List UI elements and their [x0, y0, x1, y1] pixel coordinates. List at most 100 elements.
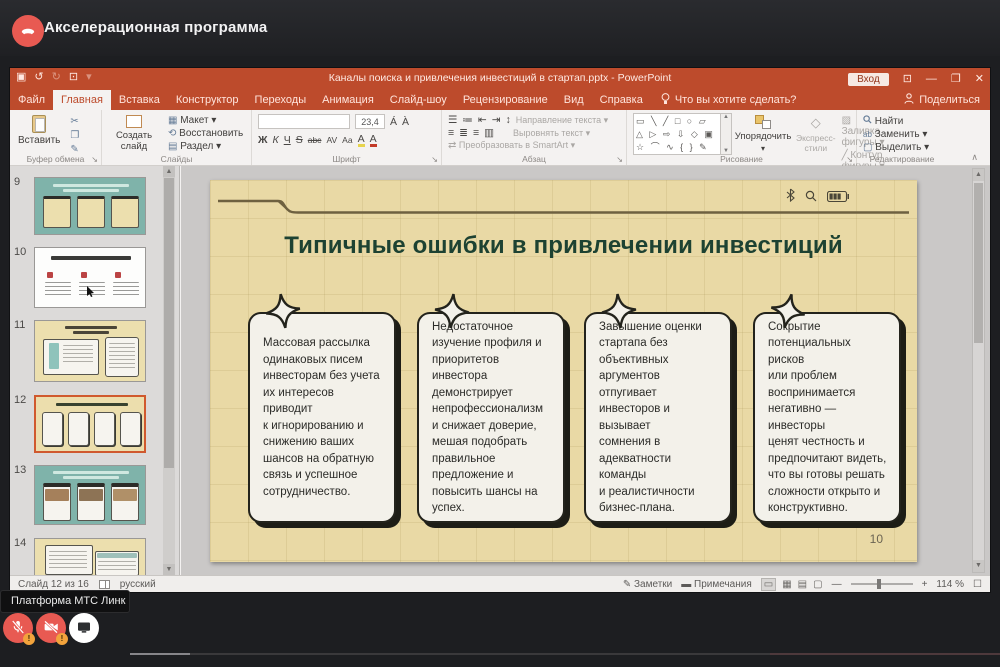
shapes-gallery[interactable]: ▭ ╲ ╱ □ ○ ▱ △ ▷ ⇨ ⇩ ◇ ▣ ☆ ⌒ ∿ { } ✎ — [633, 113, 721, 155]
camera-off-button[interactable]: ! — [36, 613, 66, 643]
screen-share-button[interactable] — [69, 613, 99, 643]
bold-icon[interactable]: Ж — [258, 134, 268, 146]
decrease-indent-icon[interactable]: ⇤ — [478, 114, 487, 126]
close-button[interactable]: ✕ — [975, 68, 984, 90]
new-slide-button[interactable]: Создать слайд — [110, 115, 158, 152]
font-size-input[interactable]: 23,4 — [355, 114, 385, 129]
cut-icon[interactable]: ✂ — [70, 116, 79, 127]
italic-icon[interactable]: К — [273, 134, 279, 146]
comments-button[interactable]: ▬ Примечания — [681, 579, 752, 590]
restore-button[interactable]: ❐ — [951, 68, 961, 90]
share-button[interactable]: Поделиться — [904, 90, 980, 110]
end-call-button[interactable] — [12, 15, 44, 47]
slide-sorter-icon[interactable]: ▦ — [782, 579, 791, 590]
tab-file[interactable]: Файл — [10, 90, 53, 110]
highlight-color-icon[interactable]: А — [358, 133, 365, 146]
paste-button[interactable]: Вставить — [18, 115, 60, 155]
align-center-icon[interactable]: ≣ — [459, 127, 468, 139]
tab-design[interactable]: Конструктор — [168, 90, 247, 110]
shapes-scrollbar[interactable]: ▲ ▼ — [721, 113, 732, 155]
card-text: Сокрытие потенциальных рисков или пробле… — [755, 319, 899, 517]
collapse-ribbon-icon[interactable]: ∧ — [971, 152, 978, 163]
text-direction-button[interactable]: Направление текста ▾ — [516, 115, 608, 126]
line-spacing-icon[interactable]: ↕ — [506, 114, 511, 126]
phone-hangup-icon — [19, 21, 37, 42]
shapes-up-icon[interactable]: ▲ — [723, 114, 729, 120]
notes-button[interactable]: ✎ Заметки — [623, 579, 672, 590]
canvas-scrollbar[interactable]: ▲ ▼ — [972, 168, 985, 573]
slide-thumbnail-9[interactable] — [34, 177, 146, 235]
character-spacing-icon[interactable]: AV — [326, 135, 337, 145]
shrink-font-icon[interactable]: А̀ — [402, 116, 409, 128]
find-button[interactable]: Найти — [863, 115, 943, 127]
strike-abc-icon[interactable]: abc — [308, 135, 322, 145]
zoom-level[interactable]: 114 % — [936, 579, 964, 590]
mistake-card-2[interactable]: Недостаточное изучение профиля и приорит… — [417, 312, 565, 523]
language-indicator[interactable]: русский — [120, 579, 156, 590]
thumb-scroll-up-icon[interactable]: ▲ — [163, 166, 175, 177]
microphone-muted-button[interactable]: ! — [3, 613, 33, 643]
replace-button[interactable]: ab Заменить ▾ — [863, 129, 943, 140]
tab-animations[interactable]: Анимация — [314, 90, 382, 110]
zoom-slider-handle[interactable] — [877, 579, 881, 589]
clipboard-dialog-launcher[interactable]: ↘ — [91, 155, 98, 164]
align-right-icon[interactable]: ≡ — [473, 127, 479, 139]
mistake-card-1[interactable]: Массовая рассылка одинаковых писем инвес… — [248, 312, 396, 523]
tab-help[interactable]: Справка — [592, 90, 651, 110]
zoom-slider[interactable] — [851, 583, 913, 585]
thumbnail-scrollbar[interactable]: ▲ ▼ — [163, 166, 175, 575]
drawing-dialog-launcher[interactable]: ↘ — [846, 155, 853, 164]
slideshow-view-icon[interactable]: ▢ — [813, 579, 822, 590]
slide-12[interactable]: Типичные ошибки в привлечении инвестиций… — [210, 180, 917, 562]
normal-view-icon[interactable]: ▭ — [761, 578, 776, 591]
align-text-button[interactable]: Выровнять текст ▾ — [513, 128, 590, 139]
canvas-scroll-up-icon[interactable]: ▲ — [973, 169, 984, 181]
section-button[interactable]: ▤ Раздел ▾ — [168, 141, 243, 152]
canvas-scroll-down-icon[interactable]: ▼ — [973, 560, 984, 572]
underline-icon[interactable]: Ч — [284, 134, 291, 146]
slide-thumbnail-12[interactable] — [34, 395, 146, 453]
mistake-card-4[interactable]: Сокрытие потенциальных рисков или пробле… — [753, 312, 901, 523]
mistake-card-3[interactable]: Завышение оценки стартапа без объективны… — [584, 312, 732, 523]
reset-button[interactable]: ⟲ Восстановить — [168, 128, 243, 139]
align-left-icon[interactable]: ≡ — [448, 127, 454, 139]
ribbon-display-icon[interactable]: ⊡ — [903, 68, 912, 90]
numbering-icon[interactable]: ≔ — [462, 114, 473, 126]
slide-thumbnail-14[interactable] — [34, 538, 146, 575]
paragraph-dialog-launcher[interactable]: ↘ — [616, 155, 623, 164]
spellcheck-icon[interactable] — [99, 580, 110, 589]
tab-transitions[interactable]: Переходы — [247, 90, 315, 110]
thumb-scroll-down-icon[interactable]: ▼ — [163, 564, 175, 575]
columns-icon[interactable]: ▥ — [484, 127, 494, 139]
zoom-in-icon[interactable]: + — [922, 579, 928, 590]
font-name-input[interactable] — [258, 114, 350, 129]
layout-button[interactable]: ▦ Макет ▾ — [168, 115, 243, 126]
slide-counter: Слайд 12 из 16 — [18, 579, 89, 590]
login-button[interactable]: Вход — [848, 73, 889, 86]
minimize-button[interactable]: — — [926, 68, 937, 90]
strikethrough-icon[interactable]: S — [296, 134, 303, 146]
tab-slideshow[interactable]: Слайд-шоу — [382, 90, 455, 110]
copy-icon[interactable]: ❐ — [70, 130, 79, 141]
smartart-button[interactable]: ⇄ Преобразовать в SmartArt ▾ — [448, 140, 575, 151]
tab-view[interactable]: Вид — [556, 90, 592, 110]
select-button[interactable]: ▢ Выделить ▾ — [863, 142, 943, 153]
slide-title: Типичные ошибки в привлечении инвестиций — [210, 232, 917, 260]
slide-thumbnail-13[interactable] — [34, 465, 146, 525]
slide-thumbnail-11[interactable] — [34, 320, 146, 382]
zoom-out-icon[interactable]: — — [832, 579, 842, 590]
reading-view-icon[interactable]: ▤ — [798, 579, 807, 590]
font-dialog-launcher[interactable]: ↘ — [431, 155, 438, 164]
bottom-divider — [0, 653, 1000, 655]
slide-thumbnail-10[interactable] — [34, 247, 146, 308]
change-case-icon[interactable]: Aa — [342, 135, 352, 145]
increase-indent-icon[interactable]: ⇥ — [492, 114, 501, 126]
tab-insert[interactable]: Вставка — [111, 90, 168, 110]
fit-to-window-icon[interactable]: ☐ — [973, 579, 982, 590]
tab-review[interactable]: Рецензирование — [455, 90, 556, 110]
bullets-icon[interactable]: ☰ — [448, 114, 457, 126]
font-color-icon[interactable]: А — [370, 133, 377, 146]
grow-font-icon[interactable]: А́ — [390, 116, 397, 128]
tell-me-box[interactable]: Что вы хотите сделать? — [651, 90, 807, 110]
tab-home[interactable]: Главная — [53, 90, 111, 110]
